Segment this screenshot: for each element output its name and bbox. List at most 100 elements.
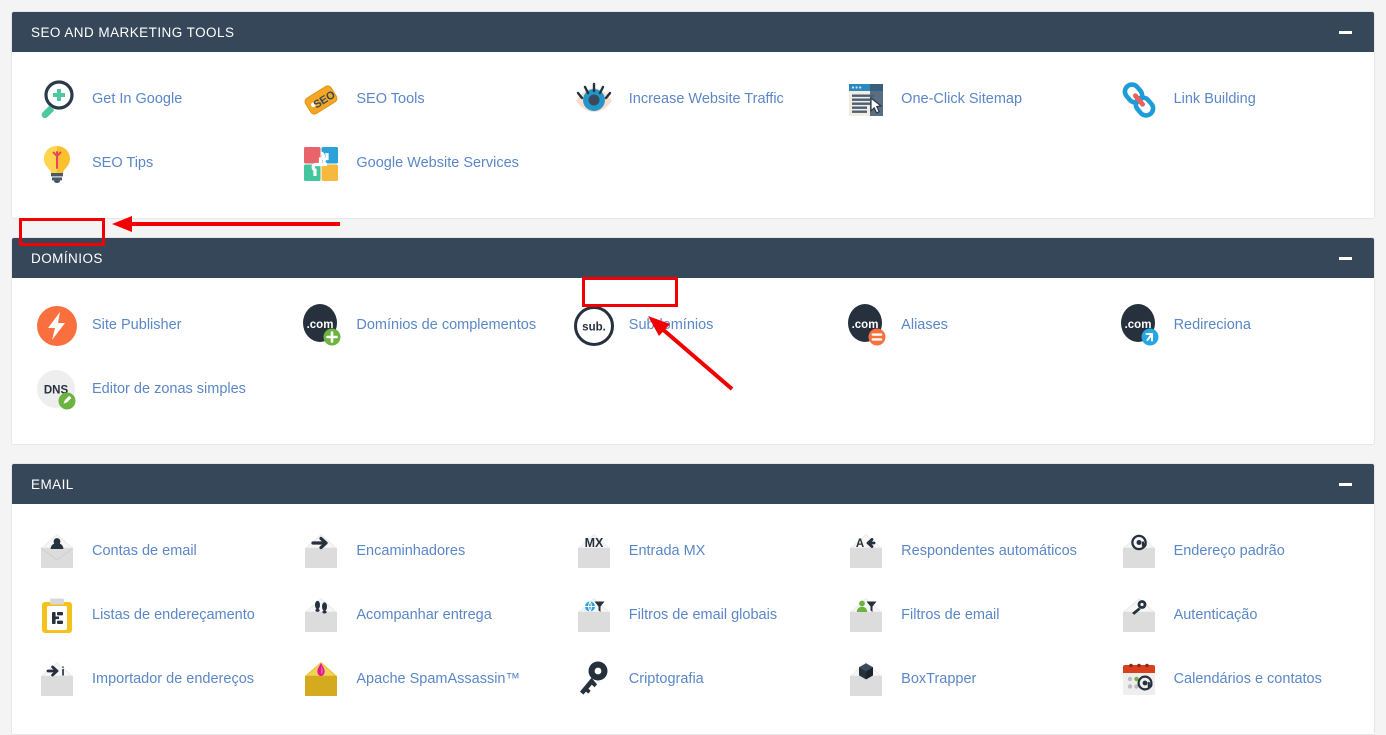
tool-item-boxtrapper[interactable]: BoxTrapper — [829, 648, 1101, 712]
section-title-seo: SEO AND MARKETING TOOLS — [31, 24, 235, 40]
tool-item-increase-website-traffic[interactable]: Increase Website Traffic — [557, 68, 829, 132]
tool-item-link-building[interactable]: Link Building — [1102, 68, 1374, 132]
section-header-dominios[interactable]: DOMÍNIOS — [12, 238, 1374, 278]
sitemap-window-icon — [843, 77, 889, 123]
item-grid-email: Contas de email Encaminhadores MX Entrad… — [12, 520, 1374, 712]
dotcom-plus-icon: .com — [298, 303, 344, 349]
svg-text:A: A — [856, 538, 864, 550]
envelope-footprints-icon — [298, 593, 344, 639]
tool-label[interactable]: Encaminhadores — [356, 543, 465, 560]
tool-label[interactable]: Domínios de complementos — [356, 317, 536, 334]
dns-edit-icon: DNS — [34, 367, 80, 413]
envelope-at-icon — [1116, 529, 1162, 575]
svg-text:sub.: sub. — [582, 322, 606, 334]
key-icon — [571, 657, 617, 703]
tool-label[interactable]: Endereço padrão — [1174, 543, 1285, 560]
puzzle-icon — [298, 141, 344, 187]
tool-label[interactable]: Respondentes automáticos — [901, 543, 1077, 560]
dotcom-equals-icon: .com — [843, 303, 889, 349]
tool-label[interactable]: SEO Tools — [356, 91, 424, 108]
svg-text:MX: MX — [584, 536, 603, 550]
lightbulb-icon — [34, 141, 80, 187]
tool-item-subdominios[interactable]: sub. Subdomínios — [557, 294, 829, 358]
item-grid-dominios: Site Publisher .com Domínios de compleme… — [12, 294, 1374, 422]
section-card-dominios: DOMÍNIOS Site Publisher .com Domínios de… — [11, 237, 1375, 445]
tool-label[interactable]: Aliases — [901, 317, 948, 334]
section-header-email[interactable]: EMAIL — [12, 464, 1374, 504]
chain-link-icon — [1116, 77, 1162, 123]
tool-label[interactable]: Entrada MX — [629, 543, 706, 560]
tool-label[interactable]: Contas de email — [92, 543, 197, 560]
tool-item-encaminhadores[interactable]: Encaminhadores — [284, 520, 556, 584]
collapse-icon[interactable] — [1334, 473, 1356, 495]
item-grid-seo: Get In Google SEO SEO Tools Increase Web… — [12, 68, 1374, 196]
section-body-seo: Get In Google SEO SEO Tools Increase Web… — [12, 52, 1374, 218]
tool-label[interactable]: Listas de endereçamento — [92, 607, 255, 624]
tool-item-redireciona[interactable]: .com Redireciona — [1102, 294, 1374, 358]
tool-label[interactable]: Increase Website Traffic — [629, 91, 784, 108]
tool-item-aliases[interactable]: .com Aliases — [829, 294, 1101, 358]
tool-label[interactable]: One-Click Sitemap — [901, 91, 1022, 108]
section-body-email: Contas de email Encaminhadores MX Entrad… — [12, 504, 1374, 734]
section-card-seo: SEO AND MARKETING TOOLS Get In Google SE… — [11, 11, 1375, 219]
mailing-list-icon — [34, 593, 80, 639]
tool-item-entrada-mx[interactable]: MX Entrada MX — [557, 520, 829, 584]
section-title-email: EMAIL — [31, 476, 74, 492]
tool-item-seo-tips[interactable]: SEO Tips — [12, 132, 284, 196]
tool-label[interactable]: Subdomínios — [629, 317, 714, 334]
eye-icon — [571, 77, 617, 123]
envelope-globe-filter-icon — [571, 593, 617, 639]
envelope-arrow-icon — [298, 529, 344, 575]
lightning-circle-icon — [34, 303, 80, 349]
tool-label[interactable]: Editor de zonas simples — [92, 381, 246, 398]
tool-item-respondentes-automaticos[interactable]: A Respondentes automáticos — [829, 520, 1101, 584]
cpanel-page: SEO AND MARKETING TOOLS Get In Google SE… — [0, 0, 1386, 735]
tool-item-autenticacao[interactable]: Autenticação — [1102, 584, 1374, 648]
tool-item-importador-de-enderecos[interactable]: i Importador de endereços — [12, 648, 284, 712]
envelope-key-icon — [1116, 593, 1162, 639]
tool-item-one-click-sitemap[interactable]: One-Click Sitemap — [829, 68, 1101, 132]
tool-item-get-in-google[interactable]: Get In Google — [12, 68, 284, 132]
magnifier-plus-icon — [34, 77, 80, 123]
tool-item-site-publisher[interactable]: Site Publisher — [12, 294, 284, 358]
tool-item-contas-de-email[interactable]: Contas de email — [12, 520, 284, 584]
tool-item-filtros-de-email[interactable]: Filtros de email — [829, 584, 1101, 648]
tool-item-criptografia[interactable]: Criptografia — [557, 648, 829, 712]
section-title-dominios: DOMÍNIOS — [31, 250, 103, 266]
tool-item-apache-spamassassin[interactable]: Apache SpamAssassin™ — [284, 648, 556, 712]
tool-item-calendarios-e-contatos[interactable]: Calendários e contatos — [1102, 648, 1374, 712]
collapse-icon[interactable] — [1334, 21, 1356, 43]
collapse-icon[interactable] — [1334, 247, 1356, 269]
tool-item-acompanhar-entrega[interactable]: Acompanhar entrega — [284, 584, 556, 648]
tool-item-endereco-padrao[interactable]: Endereço padrão — [1102, 520, 1374, 584]
tool-item-dominios-de-complementos[interactable]: .com Domínios de complementos — [284, 294, 556, 358]
envelope-user-filter-icon — [843, 593, 889, 639]
calendar-at-icon — [1116, 657, 1162, 703]
tool-label[interactable]: Google Website Services — [356, 155, 519, 172]
seo-tag-icon: SEO — [298, 77, 344, 123]
tool-label[interactable]: Site Publisher — [92, 317, 181, 334]
envelope-import-icon: i — [34, 657, 80, 703]
envelope-box-icon — [843, 657, 889, 703]
tool-item-listas-de-enderecamento[interactable]: Listas de endereçamento — [12, 584, 284, 648]
tool-label[interactable]: Redireciona — [1174, 317, 1251, 334]
tool-label[interactable]: Filtros de email — [901, 607, 999, 624]
tool-label[interactable]: SEO Tips — [92, 155, 153, 172]
tool-item-google-website-services[interactable]: Google Website Services — [284, 132, 556, 196]
tool-label[interactable]: Link Building — [1174, 91, 1256, 108]
tool-label[interactable]: Acompanhar entrega — [356, 607, 491, 624]
tool-item-editor-de-zonas-simples[interactable]: DNS Editor de zonas simples — [12, 358, 284, 422]
section-body-dominios: Site Publisher .com Domínios de compleme… — [12, 278, 1374, 444]
tool-label[interactable]: Get In Google — [92, 91, 182, 108]
envelope-mx-icon: MX — [571, 529, 617, 575]
section-header-seo[interactable]: SEO AND MARKETING TOOLS — [12, 12, 1374, 52]
dotcom-redirect-icon: .com — [1116, 303, 1162, 349]
tool-label[interactable]: Filtros de email globais — [629, 607, 777, 624]
tool-item-filtros-de-email-globais[interactable]: Filtros de email globais — [557, 584, 829, 648]
section-card-email: EMAIL Contas de email Encaminhadores MX … — [11, 463, 1375, 735]
svg-text:i: i — [61, 665, 64, 679]
sub-circle-icon: sub. — [571, 303, 617, 349]
tool-item-seo-tools[interactable]: SEO SEO Tools — [284, 68, 556, 132]
tool-label[interactable]: Autenticação — [1174, 607, 1258, 624]
envelope-autoreply-icon: A — [843, 529, 889, 575]
